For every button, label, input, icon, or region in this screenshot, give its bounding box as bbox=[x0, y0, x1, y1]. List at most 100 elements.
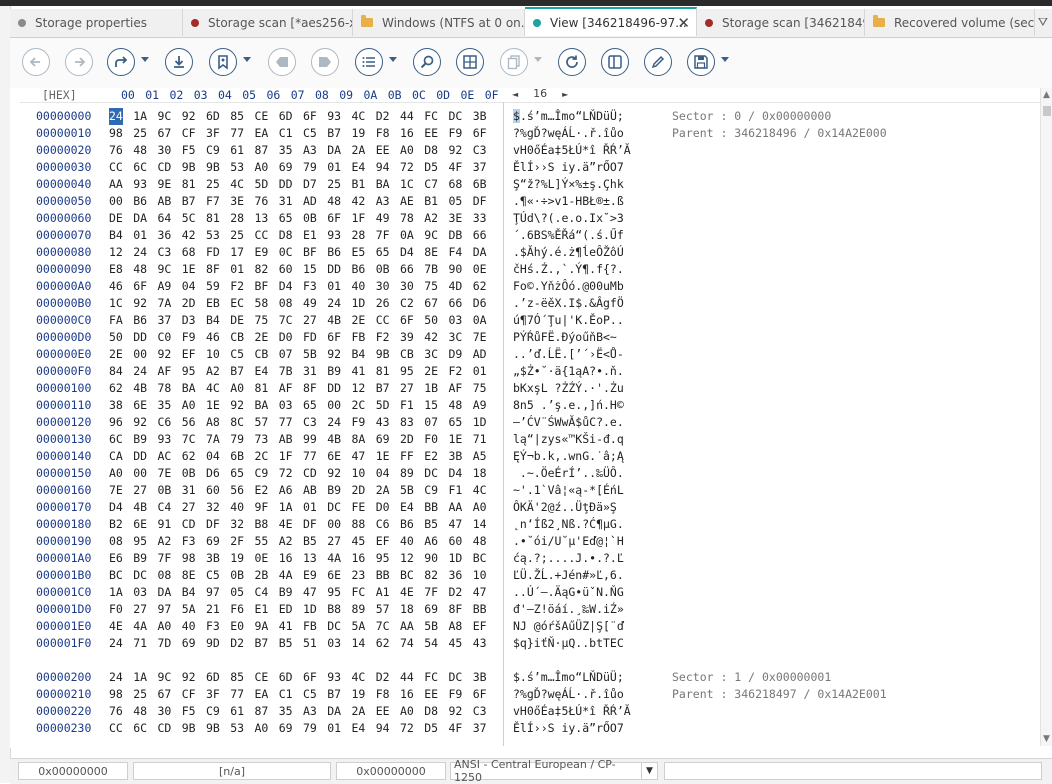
hex-byte[interactable]: 96 bbox=[109, 414, 123, 431]
hex-byte[interactable]: 78 bbox=[158, 380, 172, 397]
hex-byte[interactable]: E2 bbox=[424, 448, 438, 465]
hex-byte[interactable]: A2 bbox=[279, 533, 293, 550]
hex-byte[interactable]: 16 bbox=[352, 550, 366, 567]
text-row[interactable]: ..Ú´—.ÄąG•üˇN.ŇG bbox=[513, 584, 631, 601]
hex-byte[interactable]: 30 bbox=[376, 278, 390, 295]
hex-byte[interactable]: 27 bbox=[327, 533, 341, 550]
hex-byte[interactable]: 4B bbox=[327, 431, 341, 448]
hex-byte[interactable]: 95 bbox=[182, 363, 196, 380]
hex-byte[interactable]: 48 bbox=[133, 142, 147, 159]
text-row[interactable]: $q}iťŇ·µQ..btTEC bbox=[513, 635, 631, 652]
hex-byte[interactable]: 26 bbox=[376, 295, 390, 312]
hex-byte[interactable]: DA bbox=[158, 584, 172, 601]
hex-byte[interactable]: 36 bbox=[158, 227, 172, 244]
hex-byte[interactable]: E1 bbox=[255, 601, 269, 618]
hex-byte[interactable]: 04 bbox=[182, 278, 196, 295]
hex-byte[interactable]: CE bbox=[255, 108, 269, 125]
hex-byte[interactable]: 88 bbox=[352, 516, 366, 533]
hex-byte[interactable]: CB bbox=[230, 329, 244, 346]
hex-byte[interactable]: 9C bbox=[158, 669, 172, 686]
hex-byte[interactable]: 0B bbox=[182, 465, 196, 482]
hex-byte[interactable]: 01 bbox=[303, 499, 317, 516]
text-row[interactable]: –’ĆV¨ŚWwĂ$ůC?.e. bbox=[513, 414, 631, 431]
hex-byte[interactable]: 19 bbox=[230, 550, 244, 567]
hex-byte[interactable]: 27 bbox=[400, 380, 414, 397]
hex-byte[interactable]: D4 bbox=[449, 465, 463, 482]
hex-byte[interactable]: F6 bbox=[230, 601, 244, 618]
hex-byte[interactable]: 53 bbox=[206, 227, 220, 244]
hex-byte[interactable]: 71 bbox=[473, 431, 487, 448]
hex-byte[interactable]: CD bbox=[158, 720, 172, 737]
hex-byte[interactable]: 6F bbox=[473, 125, 487, 142]
hex-byte[interactable]: 89 bbox=[352, 601, 366, 618]
hex-byte[interactable]: C6 bbox=[158, 414, 172, 431]
hex-byte[interactable]: B6 bbox=[352, 261, 366, 278]
hex-byte[interactable]: 6F bbox=[303, 669, 317, 686]
hex-byte[interactable]: 8A bbox=[352, 431, 366, 448]
hex-byte[interactable]: 3E bbox=[230, 193, 244, 210]
hex-byte[interactable]: DC bbox=[449, 108, 463, 125]
hex-byte[interactable]: D0 bbox=[279, 329, 293, 346]
hex-byte[interactable]: 66 bbox=[400, 261, 414, 278]
hex-byte[interactable]: EB bbox=[206, 295, 220, 312]
hex-byte[interactable]: 47 bbox=[303, 584, 317, 601]
text-row[interactable]: $.ś’m…Îmo“LŇDüÜ; bbox=[513, 669, 631, 686]
text-row[interactable]: ..’ď.ĹË.[’´›Ë<Ů- bbox=[513, 346, 631, 363]
hex-byte[interactable]: 27 bbox=[303, 312, 317, 329]
hex-byte[interactable]: 6E bbox=[327, 567, 341, 584]
hex-byte[interactable]: A0 bbox=[400, 142, 414, 159]
hex-byte[interactable]: 3B bbox=[473, 108, 487, 125]
hex-byte[interactable]: 4C bbox=[352, 669, 366, 686]
hex-byte[interactable]: 66 bbox=[449, 295, 463, 312]
hex-byte[interactable]: 6B bbox=[230, 448, 244, 465]
hex-byte[interactable]: DC bbox=[424, 465, 438, 482]
hex-byte[interactable]: F0 bbox=[424, 431, 438, 448]
hex-byte[interactable]: 01 bbox=[230, 261, 244, 278]
hex-byte[interactable]: 7F bbox=[158, 550, 172, 567]
hex-byte[interactable]: C3 bbox=[303, 414, 317, 431]
hex-byte[interactable]: AD bbox=[473, 346, 487, 363]
hex-byte[interactable]: 16 bbox=[279, 550, 293, 567]
hex-byte[interactable]: 5A bbox=[352, 618, 366, 635]
hex-byte[interactable]: C5 bbox=[303, 125, 317, 142]
hex-byte[interactable]: AF bbox=[279, 380, 293, 397]
hex-byte[interactable]: 64 bbox=[158, 210, 172, 227]
hex-byte[interactable]: 2E bbox=[352, 312, 366, 329]
hex-byte[interactable]: 57 bbox=[255, 414, 269, 431]
hex-byte[interactable]: 28 bbox=[230, 210, 244, 227]
hex-byte[interactable]: 31 bbox=[182, 482, 196, 499]
hex-byte[interactable]: CD bbox=[182, 516, 196, 533]
hex-byte[interactable]: 65 bbox=[279, 210, 293, 227]
hex-byte[interactable]: C2 bbox=[400, 295, 414, 312]
hex-byte[interactable]: 2A bbox=[352, 142, 366, 159]
hex-byte[interactable]: 87 bbox=[255, 703, 269, 720]
hex-byte[interactable]: 9F bbox=[255, 499, 269, 516]
hex-byte[interactable]: 37 bbox=[158, 312, 172, 329]
hex-byte[interactable]: 91 bbox=[158, 516, 172, 533]
hex-byte[interactable]: 17 bbox=[230, 244, 244, 261]
hex-byte[interactable]: B6 bbox=[400, 516, 414, 533]
hex-byte[interactable]: F2 bbox=[449, 363, 463, 380]
hex-byte[interactable]: 12 bbox=[352, 380, 366, 397]
hex-byte[interactable]: 40 bbox=[400, 533, 414, 550]
hex-byte[interactable]: 92 bbox=[182, 669, 196, 686]
hex-byte[interactable]: DD bbox=[327, 380, 341, 397]
goto-dropdown-icon[interactable] bbox=[141, 57, 149, 62]
hex-byte[interactable]: 97 bbox=[158, 601, 172, 618]
hex-byte[interactable]: F0 bbox=[109, 601, 123, 618]
hex-byte[interactable]: 3F bbox=[206, 125, 220, 142]
hex-byte[interactable]: 99 bbox=[303, 431, 317, 448]
hex-byte[interactable]: 1D bbox=[449, 550, 463, 567]
hex-byte[interactable]: 2C bbox=[352, 397, 366, 414]
hex-byte[interactable]: 71 bbox=[133, 635, 147, 652]
text-row[interactable]: .$Ăhý.é.ż¶ĺeÔŽôÚ bbox=[513, 244, 631, 261]
hex-byte[interactable]: C4 bbox=[255, 584, 269, 601]
hex-byte[interactable]: 75 bbox=[473, 380, 487, 397]
hex-byte[interactable]: 5D bbox=[255, 176, 269, 193]
hex-byte[interactable]: 77 bbox=[230, 125, 244, 142]
hex-byte[interactable]: 4B bbox=[133, 499, 147, 516]
text-row[interactable]: .¶«·÷>v1-HBŁ®±.ß bbox=[513, 193, 631, 210]
hex-byte[interactable]: BA bbox=[376, 176, 390, 193]
hex-byte[interactable]: B7 bbox=[182, 193, 196, 210]
hex-byte[interactable]: 48 bbox=[327, 193, 341, 210]
